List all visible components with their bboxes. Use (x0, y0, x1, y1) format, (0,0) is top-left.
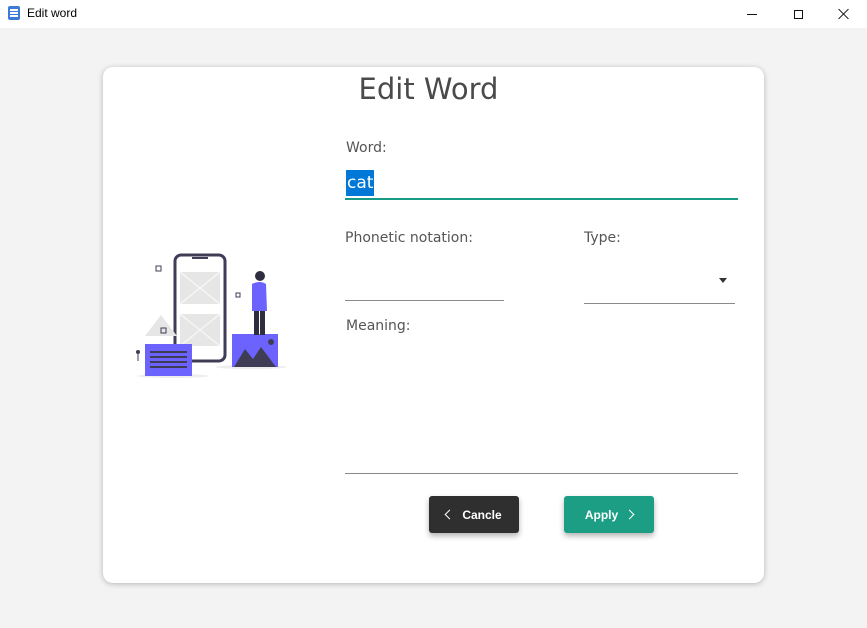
meaning-input[interactable] (345, 341, 738, 474)
apply-button-label: Apply (584, 507, 619, 522)
type-label: Type: (584, 230, 621, 246)
caret-down-icon (719, 278, 727, 283)
meaning-label: Meaning: (346, 318, 411, 334)
window-title: Edit word (27, 6, 78, 20)
phonetic-label: Phonetic notation: (345, 230, 473, 246)
cancel-button-label: Cancle (462, 507, 502, 522)
minimize-icon (747, 13, 757, 15)
cancel-button[interactable]: Cancle (429, 496, 519, 533)
word-input[interactable]: cat (345, 170, 738, 200)
chevron-right-icon (624, 509, 635, 520)
chevron-left-icon (444, 509, 455, 520)
phonetic-input[interactable] (345, 263, 504, 301)
type-select[interactable] (584, 263, 735, 304)
apply-button[interactable]: Apply (564, 496, 654, 533)
page-title: Edit Word (358, 72, 499, 106)
maximize-button[interactable] (775, 0, 821, 28)
maximize-icon (793, 9, 803, 19)
app-icon (8, 6, 20, 20)
phone-illustration (136, 253, 287, 378)
minimize-button[interactable] (729, 0, 775, 28)
title-bar: Edit word (0, 0, 867, 28)
close-icon (838, 8, 850, 20)
word-label: Word: (346, 140, 387, 156)
word-input-value: cat (346, 170, 375, 196)
edit-word-card: Edit Word Word: cat Phonetic notation: T… (103, 67, 764, 583)
close-button[interactable] (821, 0, 867, 28)
